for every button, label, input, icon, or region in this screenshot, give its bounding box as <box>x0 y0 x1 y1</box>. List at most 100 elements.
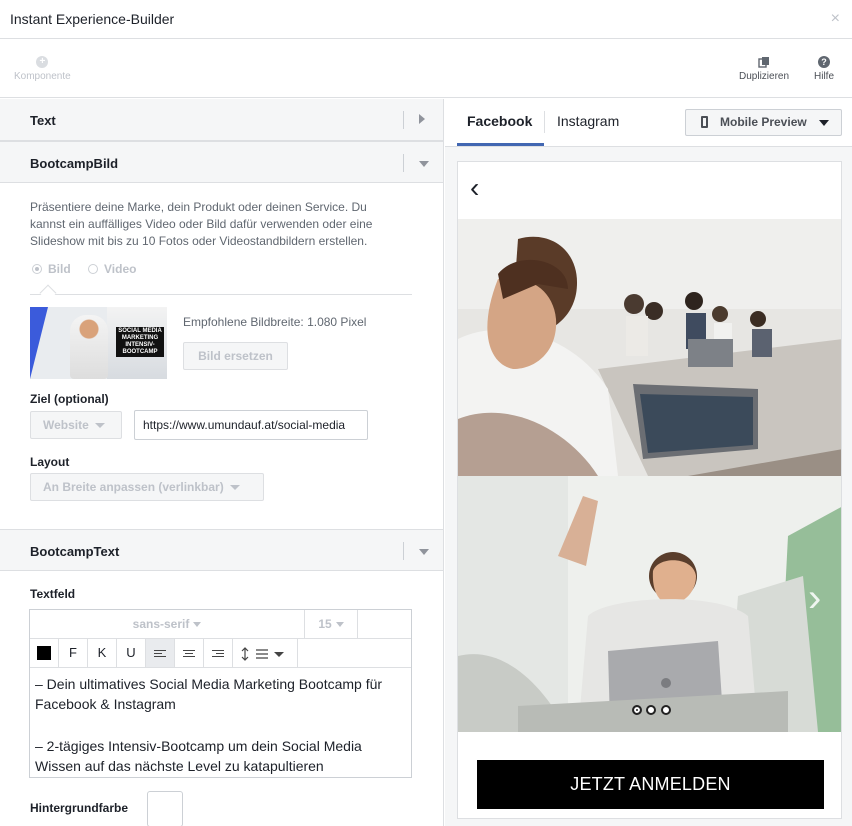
paragraph: – 2-tägiges Intensiv-Bootcamp um dein So… <box>35 738 362 774</box>
section-title-image: BootcampBild <box>30 156 119 171</box>
add-component-button[interactable]: + Komponente <box>14 56 71 82</box>
font-size-value: 15 <box>318 617 332 631</box>
carousel-dot[interactable] <box>646 705 657 715</box>
selection-notch <box>39 284 57 302</box>
layout-select[interactable]: An Breite anpassen (verlinkbar) <box>30 473 264 501</box>
italic-button[interactable]: K <box>88 639 117 667</box>
align-right-icon <box>212 648 224 659</box>
align-left-icon <box>154 648 166 659</box>
tab-facebook[interactable]: Facebook <box>467 113 532 129</box>
align-center-button[interactable] <box>175 639 204 667</box>
help-label: Hilfe <box>814 71 835 82</box>
carousel-pagination <box>632 704 672 718</box>
preview-panel: Facebook Instagram Mobile Preview ‹ › JE… <box>445 99 852 826</box>
classroom-photo <box>458 219 841 476</box>
editor-format-row: F K U <box>30 639 411 668</box>
text-color-button[interactable] <box>30 639 59 667</box>
destination-type-select[interactable]: Website <box>30 411 122 439</box>
color-swatch <box>37 646 51 660</box>
plus-circle-icon: + <box>36 56 49 68</box>
image-description: Präsentiere deine Marke, dein Produkt od… <box>30 200 373 248</box>
editor-panel: Text BootcampBild Präsentiere deine Mark… <box>0 99 444 826</box>
tab-instagram[interactable]: Instagram <box>557 113 619 129</box>
toolbar: + Komponente Duplizieren ? Hilfe <box>0 40 852 98</box>
radio-label: Video <box>104 262 137 276</box>
collapse-arrow-icon[interactable] <box>419 161 429 167</box>
thumb-caption: SOCIAL MEDIA MARKETING INTENSIV-BOOTCAMP <box>116 327 164 357</box>
destination-url-input[interactable]: https://www.umundauf.at/social-media <box>134 410 368 440</box>
paragraph: – Dein ultimatives Social Media Marketin… <box>35 676 383 712</box>
background-color-picker[interactable] <box>147 791 183 826</box>
divider <box>544 111 545 133</box>
replace-image-button[interactable]: Bild ersetzen <box>183 342 288 370</box>
bold-button[interactable]: F <box>59 639 88 667</box>
duplicate-icon <box>758 57 770 68</box>
align-center-icon <box>183 648 195 659</box>
question-circle-icon: ? <box>818 56 830 68</box>
radio-button[interactable] <box>32 264 42 274</box>
layout-label: Layout <box>30 455 70 469</box>
carousel-dot[interactable] <box>632 705 642 715</box>
chevron-down-icon <box>94 423 105 428</box>
chevron-down-icon <box>819 120 829 126</box>
recommended-width: Empfohlene Bildbreite: 1.080 Pixel <box>183 315 367 329</box>
destination-type-value: Website <box>43 418 89 432</box>
preview-image-speaker[interactable]: › <box>458 476 841 732</box>
align-right-button[interactable] <box>204 639 233 667</box>
carousel-dot[interactable] <box>660 705 671 715</box>
divider <box>30 294 412 295</box>
duplicate-label: Duplizieren <box>739 71 790 82</box>
cta-button[interactable]: JETZT ANMELDEN <box>477 760 824 809</box>
section-header-image[interactable]: BootcampBild <box>0 141 443 183</box>
line-height-icon <box>241 646 284 661</box>
device-preview-label: Mobile Preview <box>720 115 807 129</box>
carousel-next-icon[interactable]: › <box>808 576 821 621</box>
duplicate-button[interactable]: Duplizieren <box>739 56 789 82</box>
speaker-photo <box>458 476 841 732</box>
radio-option-image[interactable]: Bild <box>32 262 71 276</box>
section-header-text[interactable]: Text <box>0 99 443 141</box>
chevron-down-icon <box>335 622 344 627</box>
back-arrow-icon[interactable]: ‹ <box>470 172 479 204</box>
phone-icon <box>701 116 708 128</box>
help-button[interactable]: ? Hilfe <box>814 56 834 82</box>
close-icon[interactable]: × <box>831 10 840 28</box>
chevron-down-icon <box>229 485 240 490</box>
destination-label: Ziel (optional) <box>30 392 109 406</box>
rich-text-editor[interactable]: sans-serif 15 F K U – Dein ultimatives S… <box>29 609 412 778</box>
chevron-down-icon <box>193 622 202 627</box>
layout-value: An Breite anpassen (verlinkbar) <box>43 480 224 494</box>
divider <box>403 154 404 172</box>
active-tab-indicator <box>457 143 544 146</box>
align-left-button[interactable] <box>146 639 175 667</box>
underline-button[interactable]: U <box>117 639 146 667</box>
image-thumbnail[interactable]: SOCIAL MEDIA MARKETING INTENSIV-BOOTCAMP <box>30 307 167 379</box>
section-title-textblock: BootcampText <box>30 544 120 559</box>
line-height-button[interactable] <box>233 639 298 667</box>
editor-content[interactable]: – Dein ultimatives Social Media Marketin… <box>35 674 410 776</box>
section-title-text: Text <box>30 113 56 128</box>
media-type-radios: Bild Video <box>32 262 150 276</box>
background-color-label: Hintergrundfarbe <box>30 801 129 815</box>
font-size-select[interactable]: 15 <box>305 610 358 638</box>
window-title: Instant Experience-Builder <box>10 11 175 27</box>
radio-button[interactable] <box>88 264 99 274</box>
section-header-textblock[interactable]: BootcampText <box>0 529 443 571</box>
radio-option-video[interactable]: Video <box>88 262 136 276</box>
preview-tabs: Facebook Instagram Mobile Preview <box>445 99 852 147</box>
thumb-person <box>70 315 108 379</box>
device-preview-select[interactable]: Mobile Preview <box>685 109 842 136</box>
font-family-select[interactable]: sans-serif <box>30 610 305 638</box>
editor-toolbar-row: sans-serif 15 <box>30 610 411 639</box>
thumb-accent <box>30 307 48 379</box>
title-bar: Instant Experience-Builder × <box>0 0 852 39</box>
preview-image-classroom <box>458 219 841 476</box>
divider <box>403 111 404 129</box>
add-component-label: Komponente <box>14 71 71 82</box>
collapse-arrow-icon[interactable] <box>419 549 429 555</box>
expand-arrow-icon[interactable] <box>419 114 425 124</box>
font-family-value: sans-serif <box>132 617 190 631</box>
textfield-label: Textfeld <box>30 587 76 601</box>
mobile-preview-frame: ‹ › JETZT ANMELDEN <box>457 161 842 819</box>
